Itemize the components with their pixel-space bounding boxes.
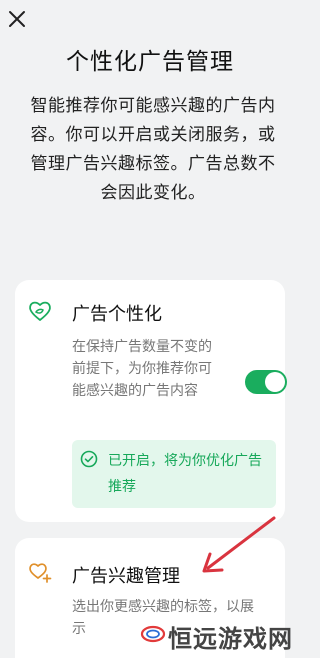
ad-personalization-description: 在保持广告数量不变的前提下，为你推荐你可能感兴趣的广告内容 (72, 339, 212, 399)
toggle-knob (265, 372, 285, 392)
ad-interest-title: 广告兴趣管理 (72, 566, 180, 587)
annotation-arrow-icon (202, 516, 276, 573)
page-description: 智能推荐你可能感兴趣的广告内容。你可以开启或关闭服务，或管理广告兴趣标签。广告总… (30, 96, 276, 203)
page-title: 个性化广告管理 (66, 49, 234, 75)
watermark-logo-icon (140, 625, 166, 643)
status-notice: 已开启，将为你优化广告推荐 (72, 440, 276, 508)
hearts-plus-icon (29, 563, 52, 583)
check-circle-icon (80, 450, 98, 468)
watermark: 恒远游戏网 (140, 614, 300, 654)
heart-leaf-icon (29, 301, 51, 321)
ad-personalization-title: 广告个性化 (72, 304, 162, 325)
close-icon[interactable] (6, 8, 28, 30)
status-notice-text: 已开启，将为你优化广告推荐 (108, 453, 262, 495)
ad-personalization-card: 广告个性化 在保持广告数量不变的前提下，为你推荐你可能感兴趣的广告内容 已开启，… (15, 280, 287, 522)
ad-personalization-toggle[interactable] (245, 370, 287, 394)
watermark-text: 恒远游戏网 (168, 625, 293, 653)
